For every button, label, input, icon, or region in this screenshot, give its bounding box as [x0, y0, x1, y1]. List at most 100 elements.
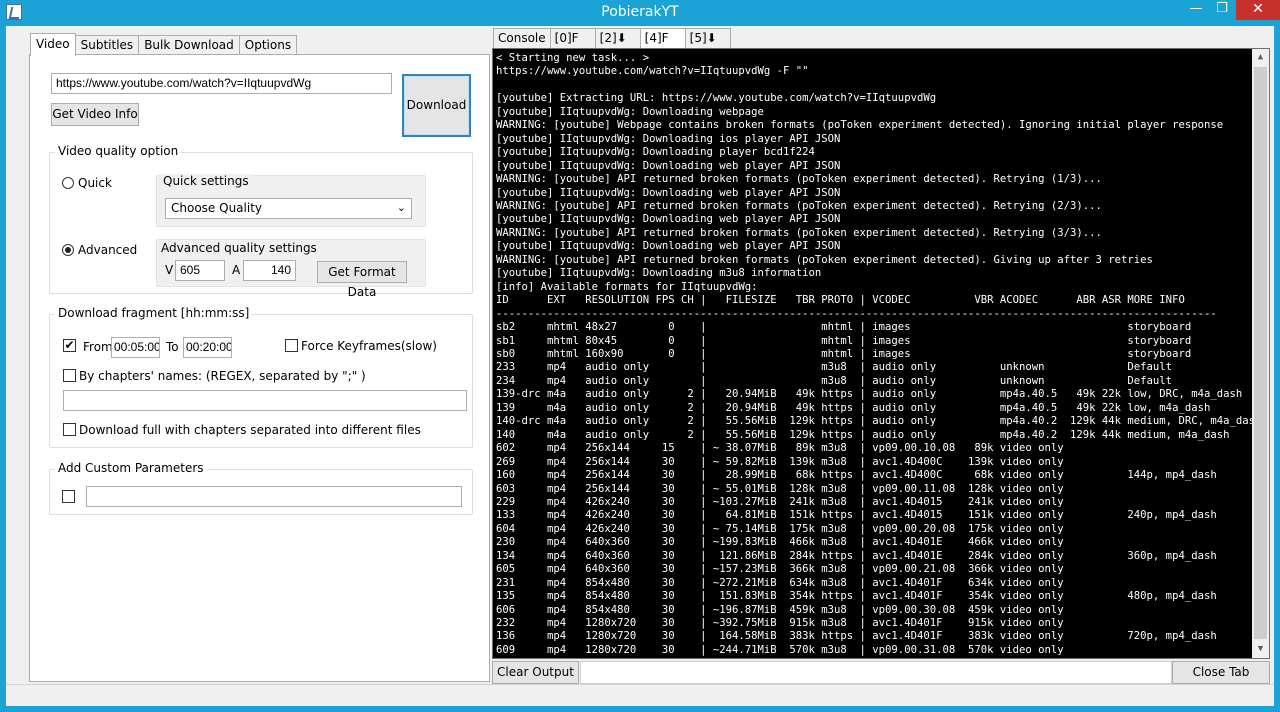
scroll-up-icon[interactable]: ▲ — [1252, 49, 1269, 66]
advanced-settings-group: Advanced quality settings V 605 A 140 Ge… — [156, 239, 426, 299]
console-line: < Starting new task... > — [496, 52, 650, 64]
console-line: 229 mp4 426x240 30 | ~103.27MiB 241k m3u… — [496, 495, 1064, 508]
custom-params-checkbox[interactable] — [62, 490, 75, 503]
tab-subtitles[interactable]: Subtitles — [74, 35, 140, 55]
console-tabs: Console [0]F [2]⬇ [4]F [5]⬇ — [493, 28, 731, 48]
console-line: [youtube] IIqtuupvdWg: Downloading m3u8 … — [496, 267, 822, 280]
console-line: WARNING: [youtube] API returned broken f… — [496, 226, 1102, 239]
tab-video[interactable]: Video — [30, 33, 76, 56]
console-line: 609 mp4 1280x720 30 | ~244.71MiB 570k m3… — [496, 643, 1064, 656]
console-line: sb1 mhtml 80x45 0 | mhtml | images story… — [496, 334, 1192, 347]
close-tab-button[interactable]: Close Tab — [1172, 661, 1270, 684]
status-bar — [6, 684, 1274, 706]
console-line: sb0 mhtml 160x90 0 | mhtml | images stor… — [496, 347, 1192, 360]
url-input[interactable]: https://www.youtube.com/watch?v=IIqtuupv… — [51, 73, 392, 94]
maximize-button[interactable]: ❐ — [1210, 0, 1234, 20]
tab-task-5[interactable]: [5]⬇ — [684, 28, 731, 48]
console-line: 603 mp4 256x144 30 | ~ 55.01MiB 128k m3u… — [496, 482, 1064, 495]
force-keyframes-checkbox[interactable] — [285, 339, 298, 352]
quality-select[interactable]: Choose Quality ⌄ — [165, 198, 412, 219]
console-line: WARNING: [youtube] API returned broken f… — [496, 199, 1102, 212]
full-chapters-checkbox[interactable] — [63, 423, 76, 436]
console-line: 135 mp4 854x480 30 | 151.83MiB 354k http… — [496, 590, 1217, 603]
console-line: [youtube] IIqtuupvdWg: Downloading web p… — [496, 240, 841, 253]
console-line: 134 mp4 640x360 30 | 121.86MiB 284k http… — [496, 549, 1217, 562]
main-tabs: Video Subtitles Bulk Download Options — [30, 33, 298, 56]
from-checkbox[interactable]: ✔ — [63, 339, 76, 352]
title-bar: PobierakYT — ❐ ✕ — [0, 0, 1280, 26]
console-line: WARNING: [youtube] Webpage contains brok… — [496, 119, 1224, 132]
right-pane: Console [0]F [2]⬇ [4]F [5]⬇ < Starting n… — [490, 26, 1274, 686]
console-input[interactable] — [580, 661, 1172, 684]
console-line: [youtube] IIqtuupvdWg: Downloading webpa… — [496, 105, 764, 118]
video-format-input[interactable]: 605 — [175, 260, 225, 281]
console-line: 139-drc m4a audio only 2 | 20.94MiB 49k … — [496, 388, 1243, 401]
quick-radio[interactable] — [62, 177, 74, 189]
chapters-regex-input[interactable] — [63, 390, 467, 411]
scroll-thumb[interactable] — [1254, 67, 1267, 639]
tab-console[interactable]: Console — [493, 28, 551, 48]
console-line: 133 mp4 426x240 30 | 64.81MiB 151k https… — [496, 509, 1217, 522]
console-line: 604 mp4 426x240 30 | ~ 75.14MiB 175k m3u… — [496, 522, 1064, 535]
console-line: 140 m4a audio only 2 | 55.56MiB 129k htt… — [496, 428, 1230, 441]
audio-format-input[interactable]: 140 — [243, 260, 296, 281]
download-fragment-group: Download fragment [hh:mm:ss] ✔ From 00:0… — [49, 306, 473, 448]
console-line: https://www.youtube.com/watch?v=IIqtuupv… — [496, 65, 809, 78]
close-window-button[interactable]: ✕ — [1236, 0, 1280, 20]
console-line: 606 mp4 854x480 30 | ~196.87MiB 459k m3u… — [496, 603, 1064, 616]
advanced-radio[interactable] — [62, 244, 74, 256]
advanced-settings-legend: Advanced quality settings — [158, 241, 320, 255]
console-line: WARNING: [youtube] API returned broken f… — [496, 253, 1153, 266]
console-line: 602 mp4 256x144 15 | ~ 38.07MiB 89k m3u8… — [496, 442, 1064, 455]
console-text: < Starting new task... > https://www.yout… — [496, 52, 1269, 657]
audio-format-label: A — [232, 263, 241, 277]
console-output[interactable]: < Starting new task... > https://www.yout… — [492, 48, 1270, 659]
console-line: WARNING: [youtube] API returned broken f… — [496, 173, 1102, 186]
download-button[interactable]: Download — [402, 74, 471, 137]
console-line: sb2 mhtml 48x27 0 | mhtml | images story… — [496, 321, 1192, 334]
download-fragment-legend: Download fragment [hh:mm:ss] — [55, 306, 253, 320]
console-line: 231 mp4 854x480 30 | ~272.21MiB 634k m3u… — [496, 576, 1064, 589]
chevron-down-icon: ⌄ — [396, 201, 406, 214]
from-label: From — [83, 340, 113, 354]
console-line: 160 mp4 256x144 30 | 28.99MiB 68k https … — [496, 469, 1217, 482]
custom-params-group: Add Custom Parameters — [49, 461, 473, 515]
window-title: PobierakYT — [601, 4, 679, 20]
to-time-input[interactable]: 00:20:00 — [183, 337, 232, 358]
console-line: [youtube] Extracting URL: https://www.yo… — [496, 92, 937, 105]
console-line: 232 mp4 1280x720 30 | ~392.75MiB 915k m3… — [496, 617, 1064, 630]
custom-params-input[interactable] — [86, 486, 462, 507]
chapters-checkbox[interactable] — [63, 369, 76, 382]
quality-select-value: Choose Quality — [171, 201, 262, 215]
console-line: [youtube] IIqtuupvdWg: Downloading web p… — [496, 159, 841, 172]
quick-label: Quick — [78, 176, 112, 190]
tab-task-4[interactable]: [4]F — [639, 28, 686, 48]
minimize-button[interactable]: — — [1184, 0, 1208, 20]
console-line: [youtube] IIqtuupvdWg: Downloading web p… — [496, 186, 841, 199]
console-line: 139 m4a audio only 2 | 20.94MiB 49k http… — [496, 401, 1211, 414]
chapters-label: By chapters' names: (REGEX, separated by… — [79, 369, 366, 383]
console-scrollbar[interactable]: ▲ ▼ — [1252, 49, 1269, 658]
console-line: ----------------------------------------… — [496, 307, 1217, 320]
console-line: ID EXT RESOLUTION FPS CH | FILESIZE TBR … — [496, 294, 1185, 307]
force-keyframes-label: Force Keyframes(slow) — [301, 339, 437, 353]
custom-params-legend: Add Custom Parameters — [55, 461, 207, 475]
video-tab-panel: https://www.youtube.com/watch?v=IIqtuupv… — [29, 54, 490, 682]
window-client-area: Video Subtitles Bulk Download Options ht… — [6, 26, 1274, 706]
from-time-input[interactable]: 00:05:00 — [111, 337, 160, 358]
tab-task-0[interactable]: [0]F — [549, 28, 596, 48]
console-line: 140-drc m4a audio only 2 | 55.56MiB 129k… — [496, 415, 1262, 428]
get-format-data-button[interactable]: Get Format Data — [317, 261, 407, 299]
get-video-info-button[interactable]: Get Video Info — [51, 103, 139, 126]
console-line: 605 mp4 640x360 30 | ~157.23MiB 366k m3u… — [496, 563, 1064, 576]
tab-bulk-download[interactable]: Bulk Download — [138, 35, 240, 55]
console-line: 269 mp4 256x144 30 | ~ 59.82MiB 139k m3u… — [496, 455, 1064, 468]
tab-task-2[interactable]: [2]⬇ — [594, 28, 641, 48]
video-quality-group: Video quality option Quick Quick setting… — [49, 144, 473, 299]
tab-options[interactable]: Options — [238, 35, 298, 55]
console-line: [info] Available formats for IIqtuupvdWg… — [496, 280, 758, 293]
console-line: [youtube] IIqtuupvdWg: Downloading ios p… — [496, 132, 841, 145]
scroll-down-icon[interactable]: ▼ — [1252, 641, 1269, 658]
clear-output-button[interactable]: Clear Output — [492, 661, 579, 684]
